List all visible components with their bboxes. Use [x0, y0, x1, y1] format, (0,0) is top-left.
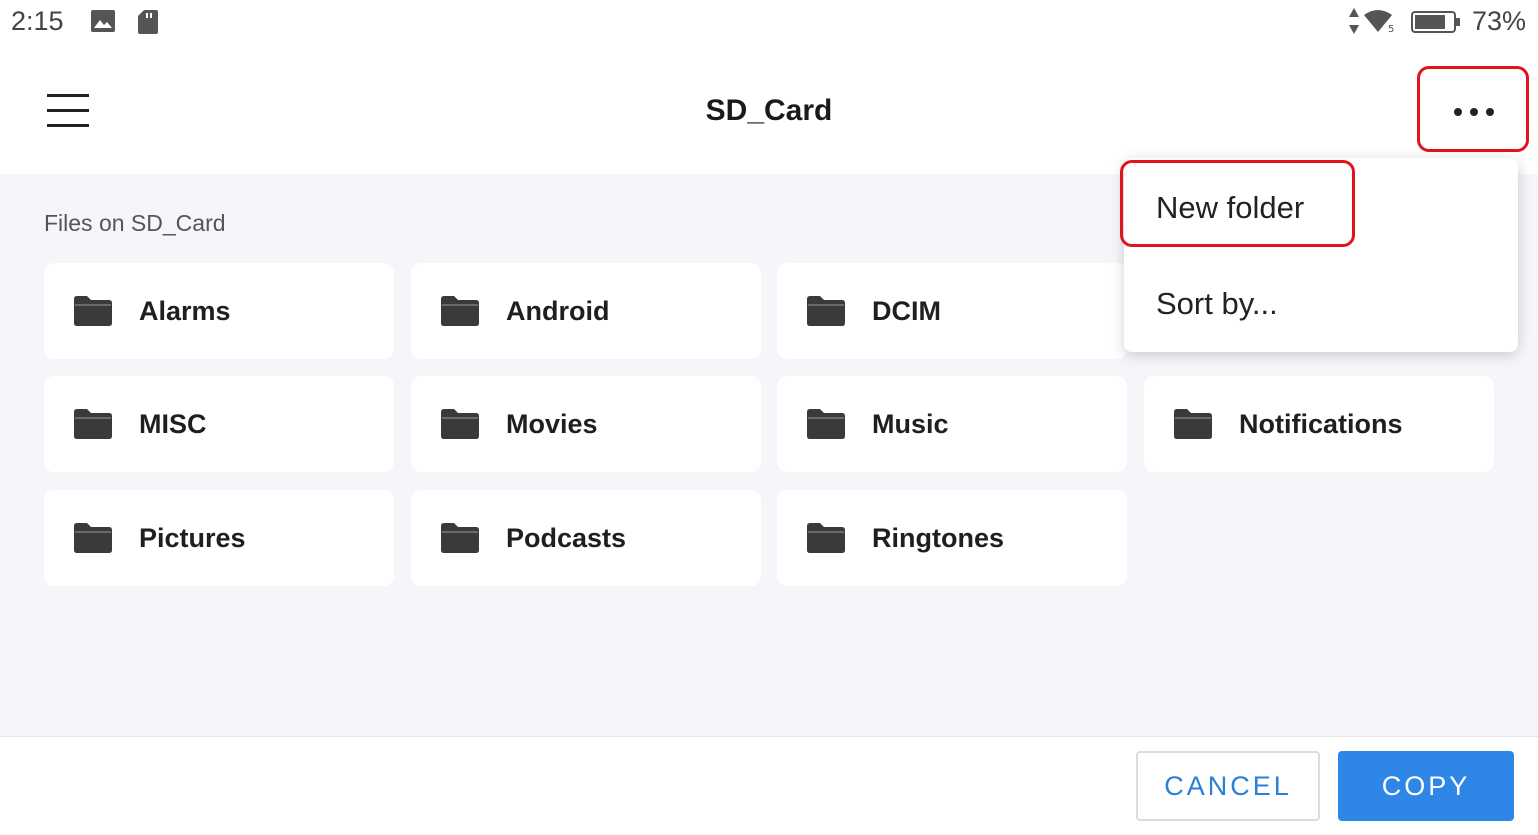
folder-name: Podcasts [506, 523, 627, 553]
folder-tile-ringtones[interactable]: Ringtones [777, 490, 1127, 586]
folder-name: Alarms [139, 296, 231, 326]
svg-text:5: 5 [1388, 24, 1394, 33]
folder-name: Pictures [139, 523, 246, 553]
overflow-menu: New folder Sort by... [1124, 158, 1518, 352]
image-icon [91, 10, 115, 37]
folder-name: Movies [506, 409, 598, 439]
status-time: 2:15 [11, 6, 64, 36]
action-bar: CANCEL COPY [0, 736, 1538, 835]
more-options-button[interactable] [1417, 66, 1529, 152]
copy-button[interactable]: COPY [1338, 751, 1514, 821]
folder-tile-misc[interactable]: MISC [44, 376, 394, 472]
more-options-dot [1486, 108, 1494, 116]
folder-tile-notifications[interactable]: Notifications [1144, 376, 1494, 472]
folder-icon [441, 523, 479, 553]
data-arrows-icon [1348, 8, 1360, 39]
more-options-dot [1470, 108, 1478, 116]
folder-icon [74, 409, 112, 439]
cancel-button[interactable]: CANCEL [1136, 751, 1320, 821]
folder-icon [441, 296, 479, 326]
battery-icon [1411, 11, 1461, 38]
folder-icon [1174, 409, 1212, 439]
folder-tile-android[interactable]: Android [411, 263, 761, 359]
folder-tile-movies[interactable]: Movies [411, 376, 761, 472]
folder-name: Notifications [1239, 409, 1403, 439]
folder-name: Android [506, 296, 610, 326]
folder-name: DCIM [872, 296, 941, 326]
folder-icon [441, 409, 479, 439]
more-options-icon [1454, 108, 1462, 116]
folder-icon [74, 523, 112, 553]
folder-icon [807, 409, 845, 439]
battery-percent: 73% [1471, 6, 1526, 36]
folder-tile-podcasts[interactable]: Podcasts [411, 490, 761, 586]
folder-icon [807, 296, 845, 326]
folder-tile-alarms[interactable]: Alarms [44, 263, 394, 359]
folder-icon [74, 296, 112, 326]
sd-card-icon [138, 10, 158, 39]
folder-icon [807, 523, 845, 553]
menu-item-new-folder[interactable]: New folder [1156, 190, 1304, 226]
wifi-icon: 5 [1362, 9, 1396, 38]
folder-name: MISC [139, 409, 207, 439]
menu-item-sort-by[interactable]: Sort by... [1156, 286, 1278, 322]
status-bar: 2:15 5 73% [0, 0, 1538, 46]
app-header: SD_Card [0, 46, 1538, 174]
folder-tile-pictures[interactable]: Pictures [44, 490, 394, 586]
folder-name: Music [872, 409, 949, 439]
folder-tile-music[interactable]: Music [777, 376, 1127, 472]
page-title: SD_Card [705, 94, 833, 127]
folder-name: Ringtones [872, 523, 1004, 553]
section-label: Files on SD_Card [44, 210, 226, 236]
folder-tile-dcim[interactable]: DCIM [777, 263, 1127, 359]
